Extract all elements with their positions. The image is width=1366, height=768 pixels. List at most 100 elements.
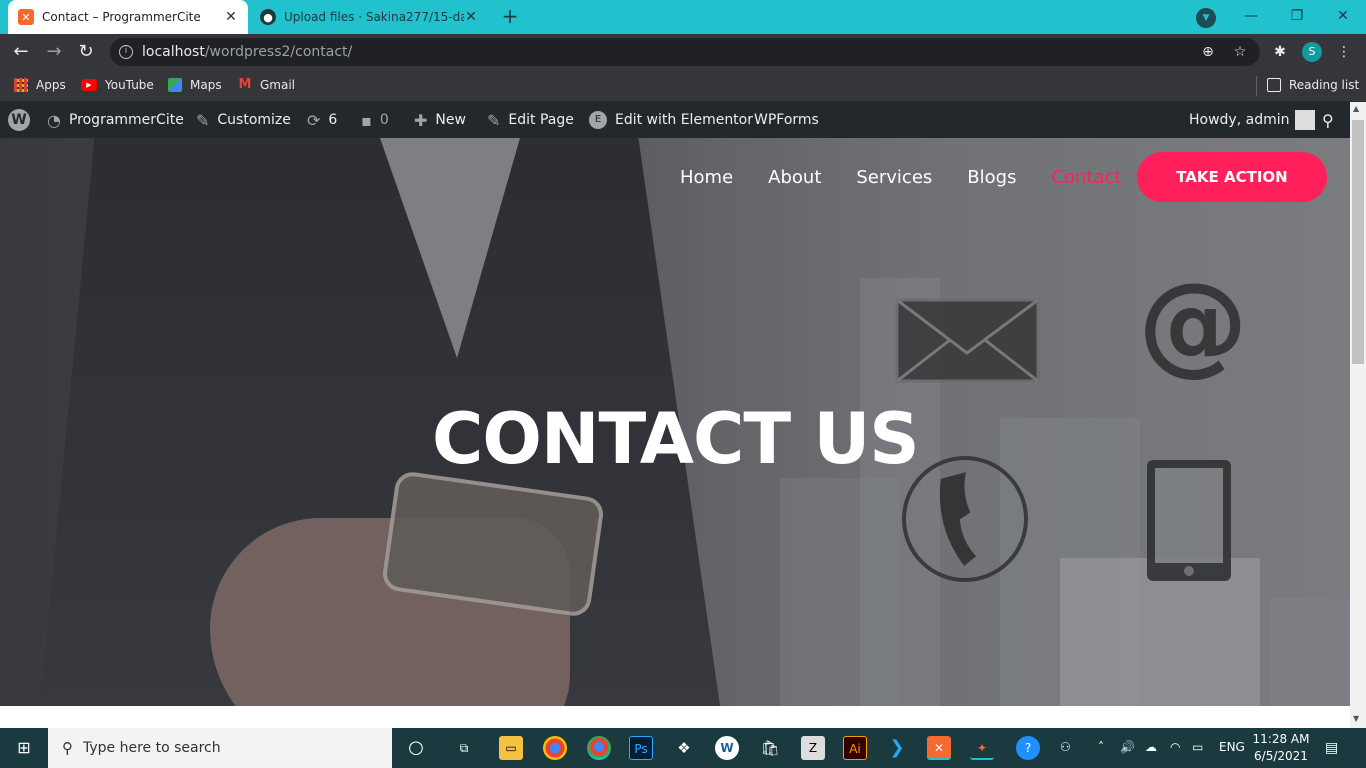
system-clock[interactable]: 11:28 AM 6/5/2021 (1250, 731, 1312, 765)
bookmark-label: Apps (36, 78, 66, 92)
zbrush-icon[interactable]: Z (801, 736, 825, 760)
tab-search-icon[interactable]: ▼ (1196, 8, 1216, 28)
howdy-label: Howdy, admin (1189, 112, 1290, 128)
info-icon[interactable]: i (119, 45, 133, 59)
dropbox-icon[interactable]: ❖ (672, 736, 696, 760)
nav-blogs[interactable]: Blogs (967, 167, 1016, 188)
onedrive-icon[interactable]: ☁ (1145, 740, 1157, 754)
close-icon[interactable]: ✕ (464, 9, 478, 25)
taskbar-search[interactable]: ⚲ Type here to search (48, 728, 392, 768)
close-icon[interactable]: ✕ (224, 9, 238, 25)
bookmark-label: Gmail (260, 78, 296, 92)
customize-link[interactable]: ✎ Customize (196, 102, 291, 138)
url-text[interactable]: localhost/wordpress2/contact/ (142, 44, 352, 60)
reading-list[interactable]: Reading list (1267, 76, 1359, 94)
help-icon[interactable]: ? (1016, 736, 1040, 760)
new-tab-button[interactable]: + (498, 5, 522, 29)
tab-title: Contact – ProgrammerCite (42, 10, 201, 24)
updates-icon: ⟳ (307, 110, 321, 130)
updates-count: 6 (328, 112, 338, 128)
nav-services[interactable]: Services (856, 167, 932, 188)
task-view-icon[interactable]: ⧉ (452, 736, 476, 760)
site-name-link[interactable]: ◔ ProgrammerCite (47, 102, 184, 138)
hero-title: CONTACT US (432, 398, 920, 480)
restore-button[interactable]: ❐ (1274, 0, 1320, 34)
bookmark-apps[interactable]: Apps (14, 76, 66, 94)
bookmark-divider (1256, 76, 1257, 96)
scroll-down-icon[interactable]: ▼ (1353, 714, 1359, 723)
star-icon[interactable]: ☆ (1231, 43, 1249, 61)
new-label: New (435, 112, 466, 128)
edit-page-label: Edit Page (508, 112, 574, 128)
xampp-control-icon[interactable]: ✦ (970, 736, 994, 760)
edit-elementor-link[interactable]: E Edit with Elementor (589, 102, 753, 138)
scrollbar-thumb[interactable] (1352, 120, 1364, 364)
windows-start-icon[interactable]: ⊞ (0, 728, 48, 768)
tab-title: Upload files · Sakina277/15-days (284, 10, 464, 24)
comments-link[interactable]: ▪ 0 (361, 102, 389, 138)
edit-page-link[interactable]: ✎ Edit Page (487, 102, 574, 138)
xampp-icon: ✕ (18, 9, 34, 25)
nav-contact[interactable]: Contact (1051, 167, 1121, 188)
battery-icon[interactable]: ▭ (1192, 740, 1203, 754)
site-navigation: Home About Services Blogs Contact (680, 152, 1156, 202)
take-action-button[interactable]: TAKE ACTION (1137, 152, 1327, 202)
brush-icon: ✎ (196, 110, 210, 130)
bookmark-label: Maps (190, 78, 222, 92)
reading-list-label: Reading list (1289, 78, 1360, 92)
elementor-icon: E (589, 111, 607, 129)
bookmark-youtube[interactable]: ▶ YouTube (81, 76, 154, 94)
illustrator-icon[interactable]: Ai (843, 736, 867, 760)
maps-icon (168, 78, 182, 92)
clock-time: 11:28 AM (1252, 732, 1310, 746)
wpforms-link[interactable]: WPForms (754, 102, 819, 138)
window-close-button[interactable]: ✕ (1320, 0, 1366, 34)
chevron-up-icon[interactable]: ˄ (1098, 740, 1104, 754)
nav-about[interactable]: About (768, 167, 821, 188)
language-indicator[interactable]: ENG (1219, 740, 1245, 754)
plus-icon: ✚ (414, 110, 428, 130)
reload-button[interactable]: ↻ (75, 41, 97, 63)
bookmark-gmail[interactable]: M Gmail (238, 76, 295, 94)
vscode-icon[interactable]: ❯ (885, 736, 909, 760)
photoshop-icon[interactable]: Ps (629, 736, 653, 760)
wpforms-label: WPForms (754, 112, 819, 128)
xampp-icon[interactable]: ✕ (927, 736, 951, 760)
youtube-icon: ▶ (81, 79, 97, 91)
zoom-icon[interactable]: ⊕ (1199, 43, 1217, 61)
chrome-profile-icon[interactable] (587, 736, 611, 760)
forward-button[interactable]: → (43, 41, 65, 63)
scroll-up-icon[interactable]: ▲ (1353, 104, 1359, 113)
people-icon[interactable]: ⚇ (1060, 740, 1071, 754)
wifi-icon[interactable]: ◠ (1170, 740, 1180, 754)
volume-icon[interactable]: 🔊 (1120, 740, 1135, 754)
wordpress-logo-icon[interactable]: W (8, 102, 30, 138)
bookmark-maps[interactable]: Maps (168, 76, 222, 94)
back-button[interactable]: ← (10, 41, 32, 63)
store-icon[interactable]: 🛍 (758, 736, 782, 760)
updates-link[interactable]: ⟳ 6 (307, 102, 337, 138)
url-host: localhost (142, 44, 205, 60)
customize-label: Customize (217, 112, 291, 128)
dashboard-icon: ◔ (47, 110, 61, 130)
chrome-icon[interactable] (543, 736, 567, 760)
app-w-icon[interactable]: W (715, 736, 739, 760)
bookmark-label: YouTube (105, 78, 154, 92)
menu-icon[interactable]: ⋮ (1335, 43, 1353, 61)
new-content-link[interactable]: ✚ New (414, 102, 466, 138)
minimize-button[interactable]: — (1228, 0, 1274, 34)
extensions-icon[interactable]: ✱ (1271, 43, 1289, 61)
search-icon[interactable]: ⚲ (1322, 102, 1334, 138)
pencil-icon: ✎ (487, 110, 501, 130)
my-account-link[interactable]: Howdy, admin (1189, 102, 1316, 138)
file-explorer-icon[interactable]: ▭ (499, 736, 523, 760)
url-path: /wordpress2/contact/ (204, 44, 353, 60)
search-icon: ⚲ (62, 739, 73, 757)
profile-avatar[interactable]: S (1302, 42, 1322, 62)
cortana-icon[interactable]: ○ (404, 736, 428, 760)
notification-icon[interactable]: ▤ (1325, 740, 1338, 756)
nav-home[interactable]: Home (680, 167, 733, 188)
tab-github[interactable]: ● Upload files · Sakina277/15-days ✕ (250, 0, 488, 34)
page-content-area (0, 706, 1350, 728)
tab-contact[interactable]: ✕ Contact – ProgrammerCite ✕ (8, 0, 248, 34)
